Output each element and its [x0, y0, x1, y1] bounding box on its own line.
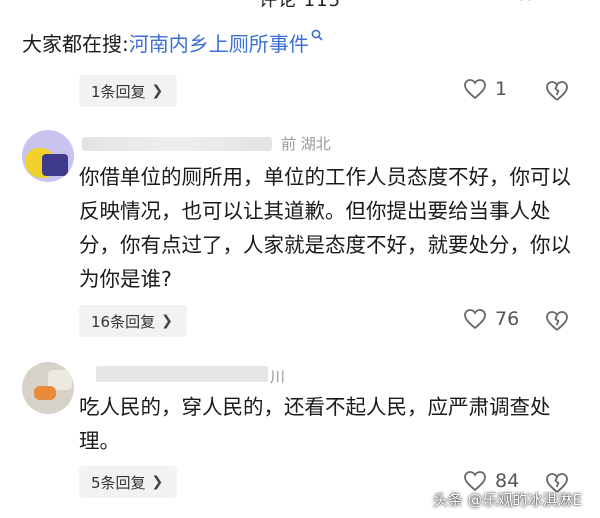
username-redacted	[96, 366, 268, 382]
heart-icon	[463, 78, 487, 100]
reply-count-label: 5条回复	[91, 473, 146, 492]
comments-header: 评论 115 ✕	[0, 0, 600, 11]
like-button[interactable]: 1	[463, 78, 507, 100]
broken-heart-icon	[545, 81, 569, 106]
broken-heart-icon	[545, 311, 569, 336]
avatar[interactable]	[22, 362, 74, 414]
comment-text: 你借单位的厕所用，单位的工作人员态度不好，你可以反映情况，也可以让其道歉。但你提…	[79, 165, 571, 291]
chevron-right-icon: ❯	[151, 474, 164, 490]
view-replies-button[interactable]: 5条回复 ❯	[79, 466, 178, 498]
comment-meta: 川	[270, 368, 286, 386]
like-count: 1	[495, 78, 508, 100]
username-redacted	[82, 137, 272, 151]
comment-meta: 前 湖北	[281, 135, 331, 153]
close-icon[interactable]: ✕	[518, 0, 534, 7]
dislike-button[interactable]	[545, 310, 569, 336]
dislike-button[interactable]	[545, 80, 569, 106]
search-suggestion: 大家都在搜: 河南内乡上厕所事件	[22, 28, 323, 57]
view-replies-button[interactable]: 1条回复 ❯	[79, 75, 178, 107]
search-icon	[311, 29, 323, 44]
heart-icon	[463, 308, 487, 330]
watermark: 头条 @乐观的冰淇淋E	[432, 491, 582, 509]
avatar[interactable]	[22, 130, 74, 182]
chevron-right-icon: ❯	[151, 83, 164, 99]
comment-text: 吃人民的，穿人民的，还看不起人民，应严肃调查处理。	[79, 395, 551, 453]
search-suggestion-prefix: 大家都在搜:	[22, 32, 129, 56]
chevron-right-icon: ❯	[161, 313, 173, 329]
reply-count-label: 16条回复	[91, 312, 156, 331]
reply-count-label: 1条回复	[91, 82, 146, 101]
like-count: 76	[495, 308, 520, 330]
like-button[interactable]: 76	[463, 308, 519, 330]
comments-title: 评论 115	[258, 0, 342, 11]
search-suggestion-link[interactable]: 河南内乡上厕所事件	[129, 28, 309, 57]
view-replies-button[interactable]: 16条回复 ❯	[79, 305, 187, 337]
